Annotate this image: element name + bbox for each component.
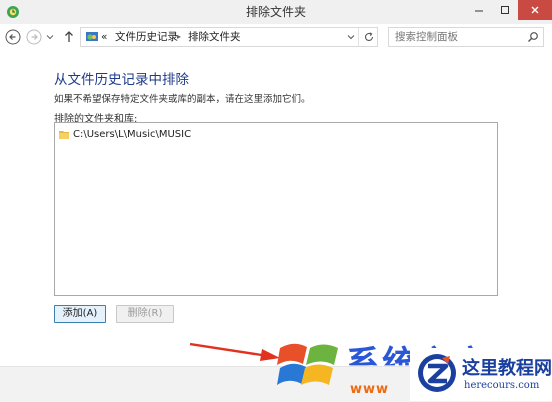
watermark-brand-2-url: herecours.com [464, 380, 540, 391]
window: 排除文件夹 « 文件历史记录 ▸ 排除文件夹 搜索控制面板 从文件历史记录中排除… [0, 0, 552, 402]
maximize-icon [501, 6, 509, 14]
back-button[interactable] [4, 28, 22, 46]
search-input[interactable] [395, 28, 515, 46]
list-item[interactable]: C:\Users\L\Music\MUSIC [59, 127, 191, 141]
close-button[interactable] [518, 0, 552, 20]
breadcrumb-exclude-folders[interactable]: 排除文件夹 [188, 28, 241, 46]
chevron-down-icon [46, 35, 54, 40]
recent-locations-button[interactable] [44, 28, 56, 46]
herecours-logo [418, 354, 456, 392]
page-description: 如果不希望保存特定文件夹或库的副本，请在这里添加它们。 [54, 94, 311, 105]
forward-arrow-icon [26, 29, 42, 45]
maximize-button[interactable] [492, 0, 518, 20]
red-arrow-icon [190, 342, 280, 361]
delete-button[interactable]: 删除(R) [116, 305, 174, 323]
folder-icon [59, 130, 69, 139]
page-title: 从文件历史记录中排除 [54, 72, 189, 88]
breadcrumb-overflow[interactable]: « [101, 28, 107, 46]
breadcrumb-separator[interactable]: ▸ [177, 28, 181, 46]
address-bar[interactable]: « 文件历史记录 ▸ 排除文件夹 [80, 27, 378, 47]
minimize-icon [475, 10, 483, 12]
title-bar: 排除文件夹 [0, 0, 552, 25]
up-arrow-icon [65, 31, 73, 42]
windows-flag-logo [277, 343, 338, 385]
watermark-badge: 这里教程网 herecours.com [410, 348, 552, 401]
close-icon [531, 6, 539, 14]
list-item-path: C:\Users\L\Music\MUSIC [73, 128, 192, 140]
watermark-brand-1-url: www [350, 382, 390, 397]
address-dropdown-icon[interactable] [347, 33, 355, 41]
add-button[interactable]: 添加(A) [54, 305, 106, 323]
refresh-icon[interactable] [363, 31, 375, 43]
up-button[interactable] [60, 28, 78, 46]
minimize-button[interactable] [466, 0, 492, 20]
excluded-folders-list[interactable]: C:\Users\L\Music\MUSIC [54, 122, 498, 296]
address-divider [358, 28, 359, 46]
back-arrow-icon [5, 29, 21, 45]
control-panel-icon [86, 32, 98, 41]
search-icon[interactable] [527, 31, 539, 43]
breadcrumb-file-history[interactable]: 文件历史记录 [115, 28, 178, 46]
search-box[interactable] [388, 27, 544, 47]
navigation-bar: « 文件历史记录 ▸ 排除文件夹 [0, 24, 552, 50]
forward-button[interactable] [25, 28, 43, 46]
watermark-brand-2: 这里教程网 [462, 358, 552, 379]
